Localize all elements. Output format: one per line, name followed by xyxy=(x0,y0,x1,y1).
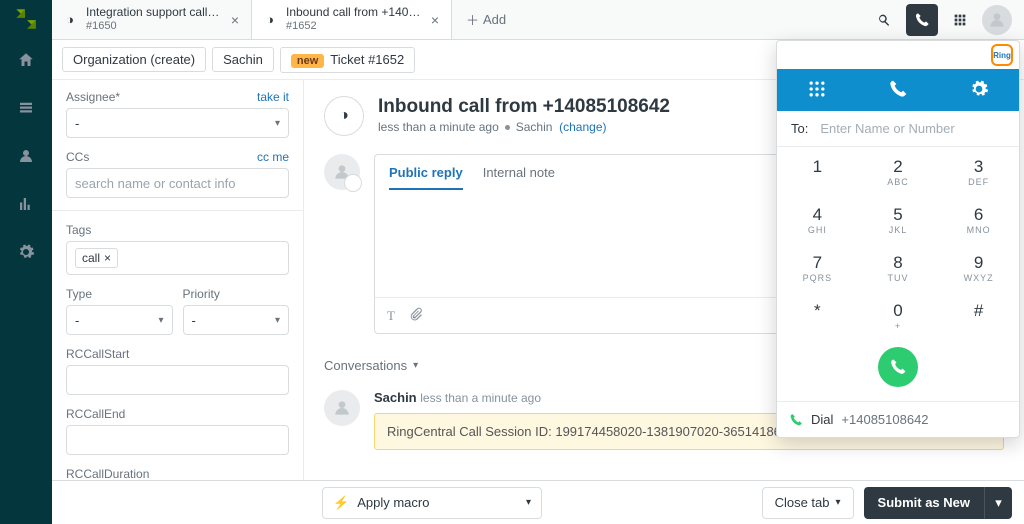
dialer-to-label: To: xyxy=(791,121,808,136)
ticket-tab-1652[interactable]: ◑ Inbound call from +1408... #1652 × xyxy=(252,0,452,39)
type-select[interactable]: -▾ xyxy=(66,305,173,335)
keypad-key-5[interactable]: 5JKL xyxy=(858,195,939,243)
close-icon[interactable]: × xyxy=(229,12,241,28)
tag-chip[interactable]: call× xyxy=(75,248,118,268)
tab-internal-note[interactable]: Internal note xyxy=(483,165,555,190)
close-icon[interactable]: × xyxy=(429,12,441,28)
ringcentral-badge: Ring xyxy=(991,44,1013,66)
type-label: Type xyxy=(66,287,92,301)
keypad-key-*[interactable]: * xyxy=(777,291,858,339)
ccs-input[interactable] xyxy=(66,168,289,198)
assignee-label: Assignee* xyxy=(66,90,120,104)
submit-button[interactable]: Submit as New xyxy=(864,487,984,519)
author-avatar xyxy=(324,390,360,426)
priority-select[interactable]: -▾ xyxy=(183,305,290,335)
rccallstart-input[interactable] xyxy=(66,365,289,395)
customers-icon[interactable] xyxy=(0,136,52,176)
keypad-key-1[interactable]: 1 xyxy=(777,147,858,195)
calls-icon[interactable] xyxy=(888,79,908,102)
ticket-properties: Assignee* take it -▾ CCs cc me Tags call× xyxy=(52,80,304,524)
user-avatar[interactable] xyxy=(982,5,1012,35)
ticket-pill[interactable]: newTicket #1652 xyxy=(280,47,415,73)
reporting-icon[interactable] xyxy=(0,184,52,224)
attachment-icon[interactable] xyxy=(409,307,423,324)
agent-avatar xyxy=(324,154,360,190)
rccallstart-label: RCCallStart xyxy=(66,347,129,361)
call-button[interactable] xyxy=(878,347,918,387)
keypad-key-6[interactable]: 6MNO xyxy=(938,195,1019,243)
views-icon[interactable] xyxy=(0,88,52,128)
keypad-key-7[interactable]: 7PQRS xyxy=(777,243,858,291)
conversations-dropdown[interactable]: Conversations ▾ xyxy=(324,358,418,373)
dialer-to-input[interactable] xyxy=(820,121,1005,136)
apply-macro-select[interactable]: ⚡ Apply macro ▾ xyxy=(322,487,542,519)
ticket-icon: ◑ xyxy=(62,12,78,28)
dialer-suggestion[interactable]: Dial +14085108642 xyxy=(777,401,1019,437)
chevron-down-icon: ▾ xyxy=(413,360,418,371)
tab-bar: ◑ Integration support call fro... #1650 … xyxy=(52,0,1024,40)
lightning-icon: ⚡ xyxy=(333,495,349,511)
rccallend-label: RCCallEnd xyxy=(66,407,125,421)
ticket-footer: ⚡ Apply macro ▾ Close tab▾ Submit as New… xyxy=(52,480,1024,524)
keypad-key-#[interactable]: # xyxy=(938,291,1019,339)
keypad-key-8[interactable]: 8TUV xyxy=(858,243,939,291)
ticket-tab-1650[interactable]: ◑ Integration support call fro... #1650 … xyxy=(52,0,252,39)
tab-subtitle: #1650 xyxy=(86,20,221,33)
ccs-label: CCs xyxy=(66,150,89,164)
keypad-key-3[interactable]: 3DEF xyxy=(938,147,1019,195)
admin-icon[interactable] xyxy=(0,232,52,272)
requester-pill[interactable]: Sachin xyxy=(212,47,274,72)
phone-icon[interactable] xyxy=(906,4,938,36)
tab-title: Integration support call fro... xyxy=(86,6,221,20)
chevron-down-icon: ▾ xyxy=(836,497,841,508)
tab-subtitle: #1652 xyxy=(286,20,421,33)
apps-icon[interactable] xyxy=(944,4,976,36)
close-tab-button[interactable]: Close tab▾ xyxy=(762,487,854,519)
priority-label: Priority xyxy=(183,287,220,301)
text-format-icon[interactable]: T xyxy=(387,308,395,324)
status-badge: new xyxy=(291,54,324,68)
tags-field[interactable]: call× xyxy=(66,241,289,275)
dialer-keypad: 12ABC3DEF 4GHI5JKL6MNO 7PQRS8TUV9WXYZ *0+# xyxy=(777,147,1019,339)
ticket-subtitle: less than a minute agoSachin (change) xyxy=(378,120,670,134)
keypad-key-4[interactable]: 4GHI xyxy=(777,195,858,243)
dialer-panel: Ring To: 12ABC3DEF 4GHI5JKL6MNO 7PQRS8TUV9… xyxy=(776,40,1020,438)
add-tab-button[interactable]: ＋Add xyxy=(452,0,520,39)
settings-icon[interactable] xyxy=(969,79,989,102)
submit-menu-button[interactable]: ▾ xyxy=(984,487,1012,519)
cc-me-link[interactable]: cc me xyxy=(257,150,289,164)
rccallend-input[interactable] xyxy=(66,425,289,455)
ticket-title: Inbound call from +14085108642 xyxy=(378,96,670,118)
assignee-select[interactable]: -▾ xyxy=(66,108,289,138)
tags-label: Tags xyxy=(66,223,91,237)
chevron-down-icon: ▾ xyxy=(158,315,163,326)
nav-rail xyxy=(0,0,52,524)
keypad-key-2[interactable]: 2ABC xyxy=(858,147,939,195)
ticket-icon: ◑ xyxy=(262,12,278,28)
change-requester-link[interactable]: (change) xyxy=(559,120,606,134)
chevron-down-icon: ▾ xyxy=(275,118,280,129)
search-icon[interactable] xyxy=(868,4,900,36)
channel-icon: ◑ xyxy=(324,96,364,136)
tab-public-reply[interactable]: Public reply xyxy=(389,165,463,190)
remove-tag-icon[interactable]: × xyxy=(104,251,111,265)
keypad-key-9[interactable]: 9WXYZ xyxy=(938,243,1019,291)
tab-title: Inbound call from +1408... xyxy=(286,6,421,20)
take-it-link[interactable]: take it xyxy=(257,90,289,104)
keypad-key-0[interactable]: 0+ xyxy=(858,291,939,339)
rccallduration-label: RCCallDuration xyxy=(66,467,149,481)
chevron-down-icon: ▾ xyxy=(275,315,280,326)
org-pill[interactable]: Organization (create) xyxy=(62,47,206,72)
home-icon[interactable] xyxy=(0,40,52,80)
keypad-icon[interactable] xyxy=(807,79,827,102)
app-logo xyxy=(13,6,39,32)
chevron-down-icon: ▾ xyxy=(526,497,531,508)
